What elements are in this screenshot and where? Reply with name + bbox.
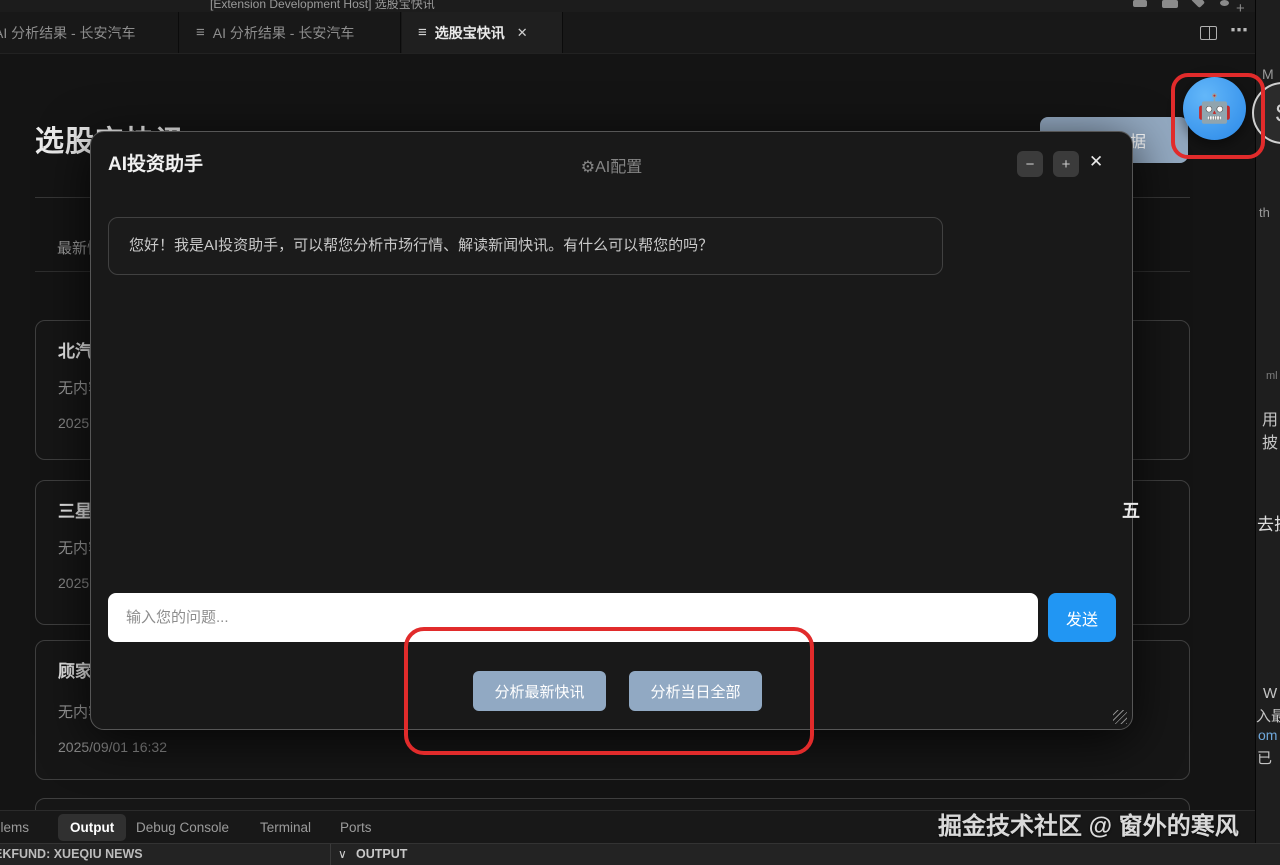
tab-ai-analysis-1[interactable]: AI 分析结果 - 长安汽车 bbox=[0, 12, 179, 53]
layout-panel-icon[interactable] bbox=[1133, 0, 1147, 7]
news-card-date: 2025 bbox=[58, 415, 89, 431]
ai-config-label: AI配置 bbox=[595, 159, 642, 176]
dollar-icon: $ bbox=[1276, 98, 1280, 129]
panel-tab-debug-console[interactable]: Debug Console bbox=[136, 811, 229, 844]
panel-tab-problems[interactable]: Problems bbox=[0, 811, 29, 844]
news-card-title: 三星 bbox=[58, 497, 92, 522]
news-card-title: 顾家 bbox=[58, 657, 92, 682]
tab-label: 选股宝快讯 bbox=[435, 23, 505, 43]
zoom-in-button[interactable]: + bbox=[1053, 151, 1079, 177]
ai-config-button[interactable]: ⚙AI配置 bbox=[91, 153, 1132, 177]
layout-sidebar-icon[interactable] bbox=[1162, 0, 1178, 8]
close-tab-icon[interactable]: ✕ bbox=[517, 25, 528, 41]
diamond-icon bbox=[1191, 0, 1205, 8]
assistant-message-bubble: 您好！我是AI投资助手，可以帮您分析市场行情、解读新闻快讯。有什么可以帮您的吗？ bbox=[108, 217, 943, 275]
divider bbox=[330, 844, 331, 865]
panel-tab-output[interactable]: Output bbox=[58, 814, 126, 841]
resize-handle[interactable] bbox=[1113, 710, 1127, 724]
editor-tab-bar: AI 分析结果 - 长安汽车 ≡ AI 分析结果 - 长安汽车 ≡ 选股宝快讯 … bbox=[0, 12, 1255, 54]
background-text-fragment: 已 bbox=[1257, 747, 1272, 768]
background-text-fragment: th bbox=[1259, 205, 1270, 220]
panel-tab-ports[interactable]: Ports bbox=[340, 811, 372, 844]
news-card-date: 2025/09/01 16:32 bbox=[58, 739, 167, 755]
output-section-label[interactable]: OUTPUT bbox=[356, 847, 407, 861]
list-icon: ≡ bbox=[418, 24, 427, 41]
background-text-fragment: 去挂 bbox=[1257, 510, 1280, 535]
news-card-title: 北汽 bbox=[58, 337, 92, 362]
notification-icon[interactable] bbox=[1220, 0, 1229, 6]
background-text-fragment: om bbox=[1258, 727, 1277, 743]
chevron-down-icon[interactable]: ∨ bbox=[338, 847, 347, 861]
annotation-box-robot bbox=[1171, 73, 1265, 159]
tab-ai-analysis-2[interactable]: ≡ AI 分析结果 - 长安汽车 bbox=[180, 12, 401, 53]
tab-label: AI 分析结果 - 长安汽车 bbox=[0, 23, 136, 43]
new-tab-plus-icon[interactable]: + bbox=[1236, 0, 1245, 17]
panel-tab-terminal[interactable]: Terminal bbox=[260, 811, 311, 844]
send-button[interactable]: 发送 bbox=[1048, 593, 1116, 642]
tab-xuangubao-news[interactable]: ≡ 选股宝快讯 ✕ bbox=[402, 12, 563, 53]
list-icon: ≡ bbox=[196, 24, 205, 41]
background-text-fragment: 五 bbox=[1122, 497, 1140, 523]
background-text-fragment: 用 bbox=[1262, 406, 1278, 430]
window-title-bar: [Extension Development Host] 选股宝快讯 bbox=[0, 0, 1255, 12]
background-text-fragment: ml bbox=[1266, 370, 1278, 382]
annotation-box-quick-actions bbox=[404, 627, 814, 755]
screen: [Extension Development Host] 选股宝快讯 + AI … bbox=[0, 0, 1280, 865]
background-text-fragment: W bbox=[1263, 685, 1277, 702]
more-actions-icon[interactable]: ⋯ bbox=[1230, 20, 1248, 41]
watermark: 掘金技术社区 @ 窗外的寒风 bbox=[938, 806, 1239, 841]
window-title: [Extension Development Host] 选股宝快讯 bbox=[210, 0, 435, 12]
background-text-fragment: 入最 bbox=[1256, 705, 1280, 726]
split-editor-icon[interactable] bbox=[1200, 26, 1217, 40]
tab-label: AI 分析结果 - 长安汽车 bbox=[213, 23, 355, 43]
background-text-fragment: M bbox=[1262, 66, 1274, 82]
close-icon[interactable]: ✕ bbox=[1089, 152, 1103, 172]
panel-status-row: EKFUND: XUEQIU NEWS ∨ OUTPUT bbox=[0, 843, 1280, 865]
zoom-out-button[interactable]: − bbox=[1017, 151, 1043, 177]
gear-icon: ⚙ bbox=[581, 159, 595, 176]
output-channel-label: EKFUND: XUEQIU NEWS bbox=[0, 847, 143, 861]
background-text-fragment: 披 bbox=[1262, 429, 1278, 453]
news-card-date: 2025 bbox=[58, 575, 89, 591]
